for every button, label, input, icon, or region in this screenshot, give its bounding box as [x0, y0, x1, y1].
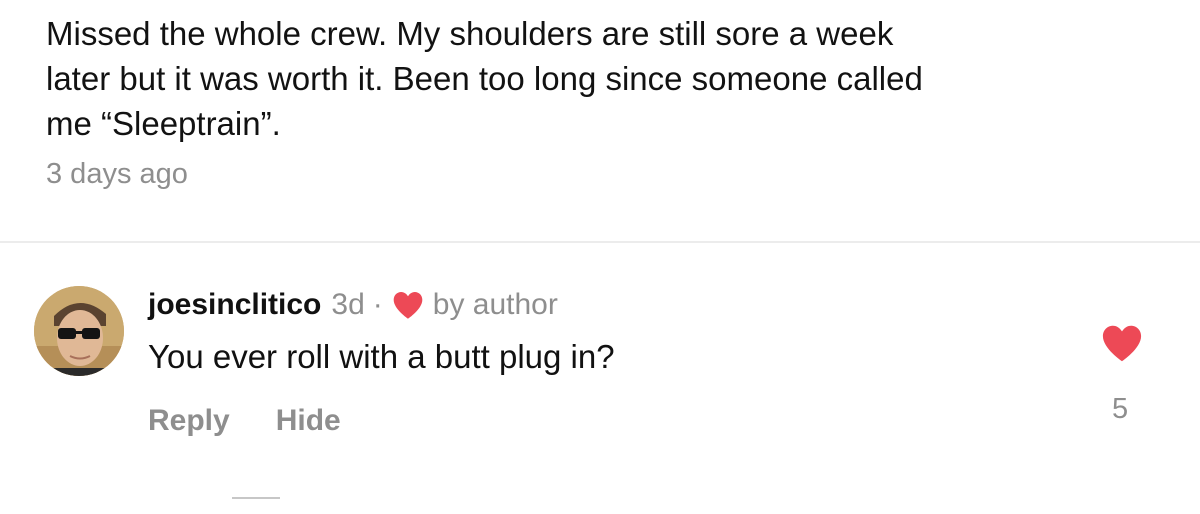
view-replies-link[interactable]	[232, 480, 294, 514]
divider	[0, 241, 1200, 243]
caption-cut-line	[46, 0, 1166, 11]
caption-timestamp: 3 days ago	[46, 158, 188, 190]
like-count: 5	[1112, 393, 1129, 425]
reply-button[interactable]: Reply	[148, 404, 230, 438]
caption-line: Missed the whole crew. My shoulders are …	[46, 15, 894, 52]
hide-button[interactable]: Hide	[276, 404, 341, 438]
post-caption: Missed the whole crew. My shoulders are …	[46, 0, 1166, 146]
comment-actions: Reply Hide	[148, 404, 341, 438]
caption-line: later but it was worth it. Been too long…	[46, 60, 923, 97]
caption-line: me “Sleeptrain”.	[46, 105, 281, 142]
view-replies-rule	[232, 497, 280, 500]
avatar[interactable]	[34, 286, 124, 376]
comment-age: 3d	[331, 288, 365, 321]
heart-icon	[391, 290, 425, 320]
separator-dot: ·	[372, 288, 383, 321]
by-author-label: by author	[432, 288, 558, 321]
comment-header: joesinclitico 3d · by author	[148, 287, 558, 323]
heart-icon[interactable]	[1100, 323, 1144, 363]
comment-text: You ever roll with a butt plug in?	[148, 338, 615, 375]
comment-username[interactable]: joesinclitico	[148, 287, 321, 323]
